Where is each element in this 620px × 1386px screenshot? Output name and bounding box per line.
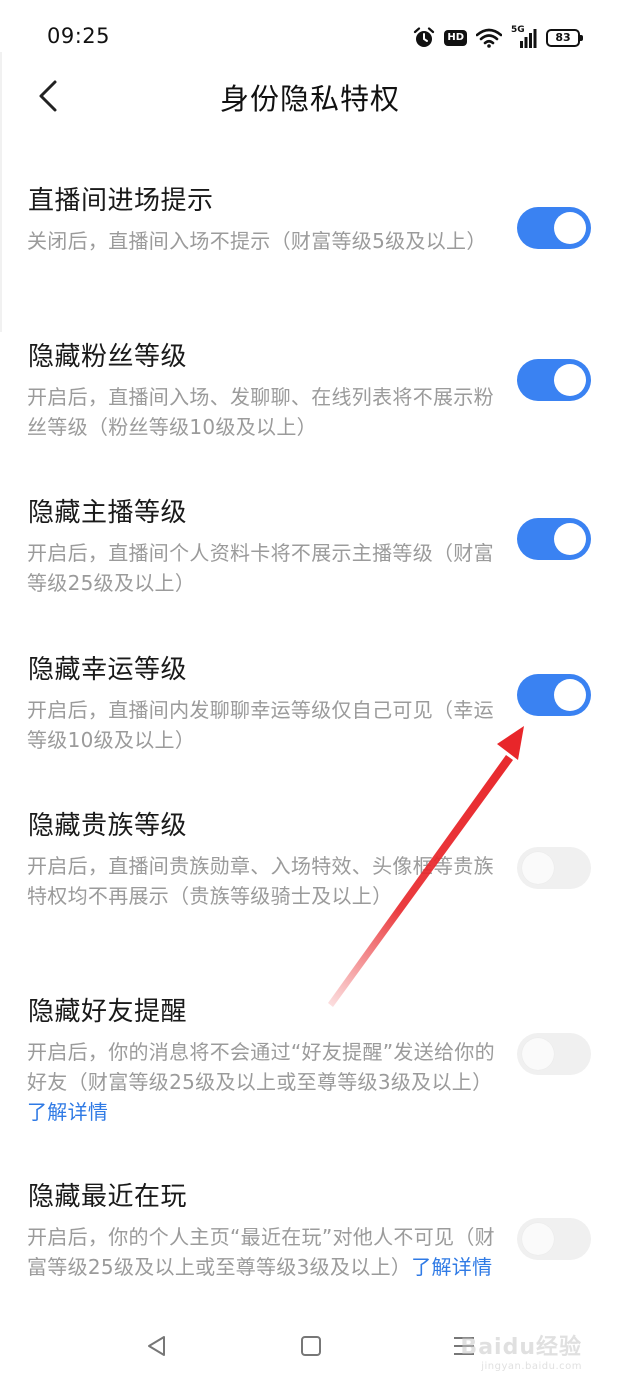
- setting-title: 隐藏最近在玩: [28, 1182, 188, 1212]
- nav-back-button[interactable]: [137, 1326, 177, 1366]
- setting-description-text: 开启后，直播间贵族勋章、入场特效、头像框等贵族特权均不再展示（贵族等级骑士及以上…: [27, 854, 494, 908]
- toggle-switch[interactable]: [517, 1033, 591, 1075]
- setting-title: 隐藏幸运等级: [28, 655, 188, 685]
- setting-title: 直播间进场提示: [28, 186, 214, 216]
- toggle-knob: [522, 852, 554, 884]
- toggle-switch[interactable]: [517, 674, 591, 716]
- setting-description-text: 开启后，直播间个人资料卡将不展示主播等级（财富等级25级及以上）: [27, 541, 494, 595]
- status-time: 09:25: [47, 24, 111, 48]
- alarm-icon: [414, 27, 435, 47]
- setting-title: 隐藏好友提醒: [28, 997, 188, 1027]
- setting-description: 开启后，直播间贵族勋章、入场特效、头像框等贵族特权均不再展示（贵族等级骑士及以上…: [27, 851, 497, 911]
- setting-description-text: 关闭后，直播间入场不提示（财富等级5级及以上）: [27, 229, 487, 253]
- navigation-bar: Baidu经验 jingyan.baidu.com: [0, 1306, 620, 1386]
- status-icons: HD 5G 83: [413, 25, 583, 51]
- nav-home-button[interactable]: [291, 1326, 331, 1366]
- learn-more-link[interactable]: 了解详情: [411, 1255, 492, 1279]
- wifi-icon: [476, 28, 502, 48]
- setting-description-text: 开启后，你的消息将不会通过“好友提醒”发送给你的好友（财富等级25级及以上或至尊…: [27, 1040, 495, 1094]
- toggle-knob: [522, 1038, 554, 1070]
- header: 身份隐私特权: [0, 72, 620, 120]
- watermark-url: jingyan.baidu.com: [481, 1361, 582, 1372]
- hd-icon: HD: [444, 30, 467, 46]
- triangle-back-icon: [148, 1336, 165, 1356]
- status-bar: 09:25 HD 5G 83: [0, 0, 620, 72]
- toggle-switch[interactable]: [517, 207, 591, 249]
- setting-description: 关闭后，直播间入场不提示（财富等级5级及以上）: [27, 226, 497, 256]
- signal-icon: 5G: [511, 25, 537, 49]
- watermark-logo-text: Baidu经验: [460, 1335, 582, 1360]
- toggle-switch[interactable]: [517, 518, 591, 560]
- arrow-head: [497, 726, 524, 760]
- setting-description: 开启后，直播间内发聊聊幸运等级仅自己可见（幸运等级10级及以上）: [27, 695, 497, 755]
- watermark: Baidu经验 jingyan.baidu.com: [460, 1329, 582, 1372]
- toggle-knob: [554, 679, 586, 711]
- toggle-knob: [522, 1223, 554, 1255]
- setting-description: 开启后，直播间个人资料卡将不展示主播等级（财富等级25级及以上）: [27, 538, 497, 598]
- toggle-switch[interactable]: [517, 847, 591, 889]
- toggle-knob: [554, 523, 586, 555]
- setting-title: 隐藏贵族等级: [28, 811, 188, 841]
- page-title: 身份隐私特权: [219, 82, 400, 116]
- toggle-knob: [554, 364, 586, 396]
- toggle-knob: [554, 212, 586, 244]
- square-home-icon: [301, 1336, 321, 1356]
- setting-description-text: 开启后，直播间内发聊聊幸运等级仅自己可见（幸运等级10级及以上）: [27, 698, 494, 752]
- toggle-switch[interactable]: [517, 1218, 591, 1260]
- learn-more-link[interactable]: 了解详情: [27, 1100, 108, 1124]
- setting-description: 开启后，你的个人主页“最近在玩”对他人不可见（财富等级25级及以上或至尊等级3级…: [27, 1222, 497, 1282]
- battery-icon: 83: [546, 29, 583, 47]
- setting-title: 隐藏主播等级: [28, 498, 188, 528]
- setting-title: 隐藏粉丝等级: [28, 342, 188, 372]
- setting-description: 开启后，你的消息将不会通过“好友提醒”发送给你的好友（财富等级25级及以上或至尊…: [27, 1037, 497, 1127]
- setting-description: 开启后，直播间入场、发聊聊、在线列表将不展示粉丝等级（粉丝等级10级及以上）: [27, 382, 497, 442]
- toggle-switch[interactable]: [517, 359, 591, 401]
- setting-description-text: 开启后，直播间入场、发聊聊、在线列表将不展示粉丝等级（粉丝等级10级及以上）: [27, 385, 494, 439]
